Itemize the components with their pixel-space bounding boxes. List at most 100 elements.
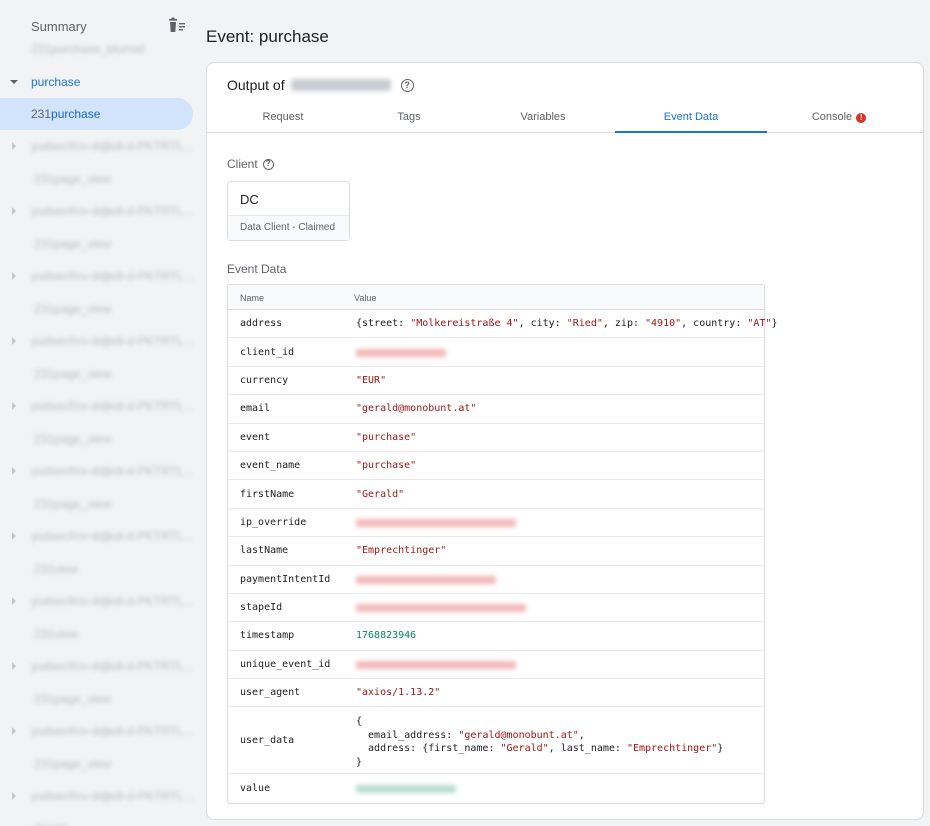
sidebar-group[interactable]: yudsecf/cv-ddjkdi-d-PKTRTL... [0,715,195,747]
caret-right-icon [12,532,16,540]
tab-bar: Request Tags Variables Event Data Consol… [207,103,923,133]
table-row[interactable]: currency "EUR" [228,367,764,396]
row-value [356,348,446,360]
sidebar-group[interactable]: yudsecf/cv-ddjkdi-d-PKTRTL... [0,195,195,227]
table-row[interactable]: unique_event_id [228,651,764,680]
list-item[interactable]: 231page_view [0,423,195,455]
caret-right-icon [12,597,16,605]
caret-right-icon [12,402,16,410]
list-item[interactable]: 231page_view [0,683,195,715]
help-icon[interactable]: ? [400,78,414,92]
list-item[interactable]: 231view [0,618,195,650]
table-row[interactable]: client_id [228,338,764,367]
list-item[interactable]: 231purchase_blurred [0,36,195,68]
sidebar-group[interactable]: yudsecf/cv-ddjkdi-d-PKTRTL... [0,130,195,162]
table-row[interactable]: lastName "Emprechtinger" [228,537,764,566]
client-card[interactable]: DC Data Client - Claimed [227,181,350,241]
table-row[interactable]: paymentIntentId [228,566,764,594]
caret-down-icon [10,80,18,84]
sidebar: Summary 231purchase_blurred purchase 231… [0,0,195,826]
row-name: firstName [240,488,295,500]
sidebar-group[interactable]: yudsecf/cv-ddjkdi-d-PKTRTL... [0,325,195,357]
row-value [356,784,456,796]
table-header: Name Value [228,285,764,310]
sidebar-item-selected[interactable]: 231purchase [0,98,193,130]
sidebar-group[interactable]: yudsecf/cv-ddjkdi-d-PKTRTL... [0,390,195,422]
tab-tags[interactable]: Tags [333,103,485,133]
table-row[interactable]: timestamp 1768823946 [228,622,764,651]
row-value: "EUR" [356,374,387,386]
redacted-value [356,604,526,613]
client-code: DC [240,192,259,207]
client-section-label: Client ? [227,157,274,171]
row-value: "purchase" [356,460,417,472]
row-value: "axios/1.13.2" [356,687,441,699]
row-name: currency [240,374,289,386]
sidebar-group-purchase[interactable]: purchase [0,66,195,98]
list-item[interactable]: 231page_view [0,488,195,520]
table-row[interactable]: ip_override [228,509,764,538]
table-row[interactable]: stapeId [228,594,764,623]
list-item[interactable]: 231page_view [0,293,195,325]
list-item[interactable]: 231page_view [0,748,195,780]
error-badge-icon: ! [856,113,867,123]
row-name: event_name [240,460,301,472]
table-row[interactable]: address {street: "Molkereistraße 4", city… [228,310,778,339]
output-header: Output of ? [227,77,414,93]
row-value: 1768823946 [356,630,417,642]
row-value [356,604,526,615]
sidebar-group[interactable]: yudsecf/cv-ddjkdi-d-PKTRTL... [0,650,195,682]
tab-console[interactable]: Console! [763,103,915,133]
table-row[interactable]: user_agent "axios/1.13.2" [228,679,764,708]
redacted-value [356,348,446,357]
table-row[interactable]: event_name "purchase" [228,452,764,481]
caret-right-icon [12,727,16,735]
sidebar-group[interactable]: yudsecf/cv-ddjkdi-d-PKTRTL... [0,260,195,292]
sidebar-group[interactable]: yudsecf/cv-ddjkdi-d-PKTRTL... [0,585,195,617]
table-row[interactable]: value [228,774,764,802]
sidebar-summary[interactable]: Summary [31,19,87,34]
row-name: event [240,431,271,443]
tab-variables[interactable]: Variables [467,103,619,133]
event-data-section-label: Event Data [227,262,287,276]
row-value: "Emprechtinger" [356,545,447,557]
column-header-value: Value [354,293,377,303]
sidebar-group[interactable]: yudsecf/cv-ddjkdi-d-PKTRTL... [0,780,195,812]
caret-right-icon [12,467,16,475]
row-value: "purchase" [356,431,417,443]
table-row[interactable]: firstName "Gerald" [228,480,764,509]
caret-right-icon [12,792,16,800]
list-item[interactable]: 231page_view [0,358,195,390]
redacted-container-name [290,79,391,91]
row-name: user_data [240,734,295,746]
caret-right-icon [12,272,16,280]
page-title: Event: purchase [206,27,329,46]
row-value: "Gerald" [356,488,405,500]
caret-right-icon [12,142,16,150]
column-header-name: Name [240,293,265,303]
output-card: Output of ? Request Tags Variables Event… [206,62,924,820]
sidebar-group[interactable]: yudsecf/cv-ddjkdi-d-PKTRTL... [0,455,195,487]
list-item[interactable]: 23105 [0,813,195,826]
row-value: {street: "Molkereistraße 4", city: "Ried… [356,318,778,330]
list-item[interactable]: 231page_view [0,228,195,260]
row-value [356,575,496,587]
tab-event-data[interactable]: Event Data [615,103,767,133]
client-status: Data Client - Claimed [228,215,349,240]
list-item[interactable]: 231page_view [0,163,195,195]
sidebar-group[interactable]: yudsecf/cv-ddjkdi-d-PKTRTL... [0,520,195,552]
list-item[interactable]: 231view [0,553,195,585]
table-row[interactable]: email "gerald@monobunt.at" [228,395,764,424]
clear-list-icon[interactable] [167,17,187,35]
row-name: value [240,782,271,794]
row-name: user_agent [240,687,301,699]
event-data-table: Name Value address {street: "Molkereistra… [227,284,778,804]
redacted-value [356,784,456,793]
redacted-value [356,660,516,669]
row-value: { email_address: "gerald@monobunt.at", a… [356,716,724,768]
help-icon[interactable]: ? [262,158,274,170]
row-name: timestamp [240,630,295,642]
table-row[interactable]: user_data { email_address: "gerald@monobu… [228,707,764,775]
row-name: address [240,318,283,330]
table-row[interactable]: event "purchase" [228,424,764,452]
